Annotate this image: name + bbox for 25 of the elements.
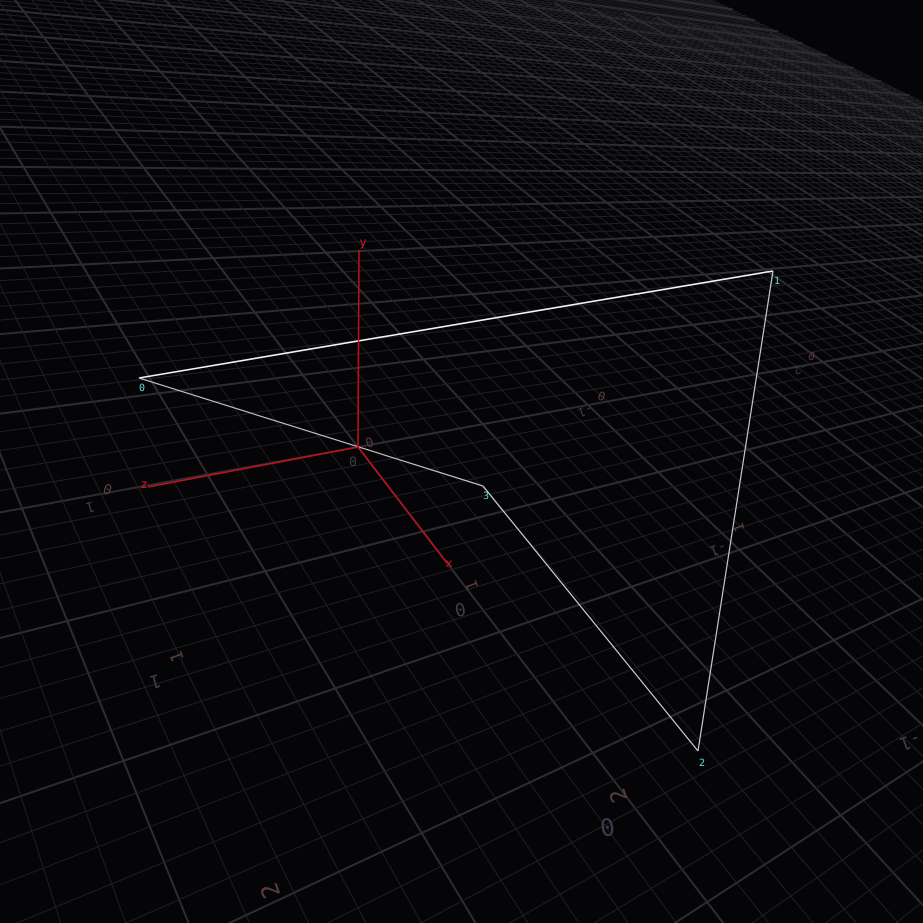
grid-label: 0: [806, 348, 818, 363]
axis-label: x: [445, 556, 453, 570]
grid-label: 1: [166, 648, 189, 664]
grid-label: 1: [461, 578, 483, 594]
vertex-label: 0: [138, 383, 146, 394]
grid-label: 0: [101, 479, 115, 498]
vertex-label: 1: [774, 276, 780, 287]
grid-label: 0: [598, 811, 617, 842]
grid-label: 2: [606, 784, 634, 806]
axis-label: y: [359, 235, 367, 249]
grid-label: -1: [707, 538, 729, 559]
grid-label: 0: [452, 597, 468, 620]
grid-label: -2: [792, 360, 809, 377]
grid-label: -1: [576, 402, 594, 420]
grid-label: 1: [84, 497, 96, 515]
grid-label: 1: [147, 669, 164, 692]
vertex-label: 2: [698, 758, 706, 769]
grid-label: 2: [255, 878, 286, 902]
vertex-label: 3: [482, 491, 490, 502]
grid-label: 0: [596, 388, 608, 404]
grid-label: 1: [730, 520, 749, 534]
grid-label: 0: [362, 432, 376, 450]
axis-label: z: [140, 477, 148, 491]
grid-label: 0: [349, 452, 357, 468]
grid-label: -1: [896, 726, 923, 754]
